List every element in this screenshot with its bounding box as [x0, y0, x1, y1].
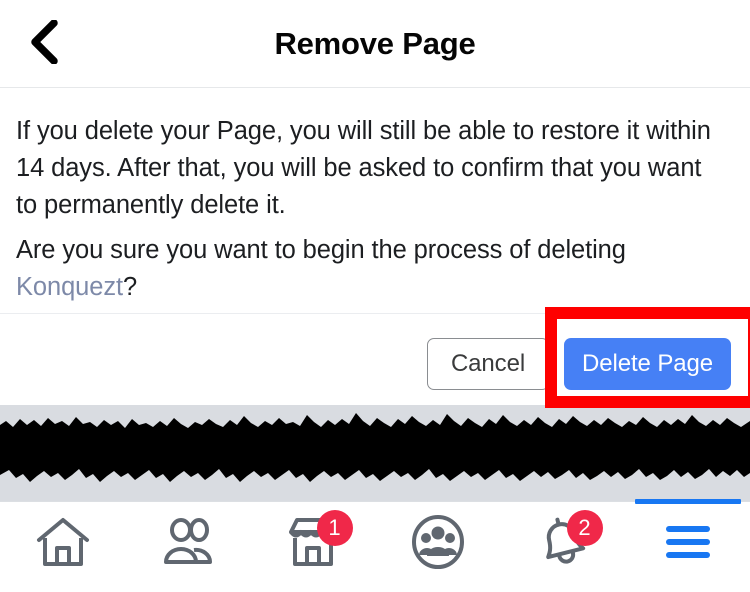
page-name-link[interactable]: Konquezt — [16, 273, 123, 301]
nav-item-home[interactable] — [0, 502, 125, 592]
remove-page-screen: Remove Page If you delete your Page, you… — [0, 0, 750, 591]
dialog-body: If you delete your Page, you will still … — [0, 88, 750, 313]
notifications-badge: 2 — [566, 510, 603, 546]
active-tab-indicator — [634, 499, 741, 504]
delete-page-button[interactable]: Delete Page — [564, 338, 731, 390]
nav-item-menu[interactable] — [625, 499, 750, 592]
nav-item-groups[interactable] — [375, 502, 500, 592]
redaction-scribble — [0, 413, 750, 482]
friends-icon — [160, 516, 216, 573]
nav-item-notifications[interactable]: 2 — [500, 502, 625, 592]
nav-item-marketplace[interactable]: 1 — [250, 502, 375, 592]
redacted-content-strip — [0, 405, 750, 501]
cancel-button[interactable]: Cancel — [427, 338, 549, 390]
hamburger-menu-icon — [662, 520, 714, 569]
bottom-navigation-bar: 1 2 — [0, 499, 750, 592]
page-header: Remove Page — [0, 0, 750, 88]
confirmation-suffix: ? — [122, 273, 138, 301]
marketplace-badge: 1 — [316, 510, 353, 546]
groups-icon — [410, 514, 466, 575]
confirmation-paragraph: Are you sure you want to begin the proce… — [16, 232, 728, 306]
page-title: Remove Page — [274, 26, 476, 61]
confirmation-prefix: Are you sure you want to begin the proce… — [16, 236, 626, 264]
home-icon — [35, 516, 91, 573]
explanation-paragraph: If you delete your Page, you will still … — [16, 117, 711, 219]
nav-item-friends[interactable] — [125, 502, 250, 592]
